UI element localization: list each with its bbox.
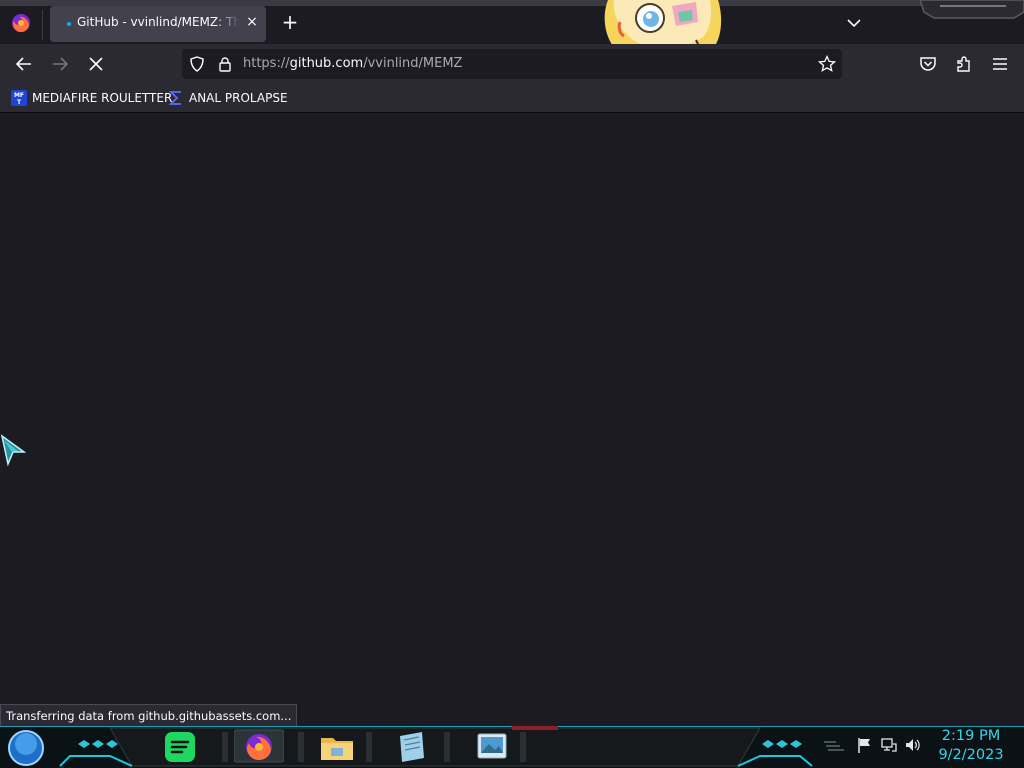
url-text[interactable]: https://github.com/vvinlind/MEMZ [243, 56, 462, 71]
navigation-toolbar: https://github.com/vvinlind/MEMZ [0, 44, 1024, 84]
status-panel: Transferring data from github.githubasse… [0, 704, 298, 728]
firefox-icon[interactable] [234, 728, 284, 764]
svg-text:MF: MF [14, 92, 24, 99]
file-explorer-icon[interactable] [317, 728, 357, 764]
extensions-puzzle-icon[interactable] [954, 54, 974, 74]
forward-arrow-icon[interactable] [50, 54, 70, 74]
close-tab-icon[interactable]: × [244, 14, 260, 30]
tab-github-memz[interactable]: GitHub - vvinlind/MEMZ: The MEMZ trojan … [50, 6, 266, 42]
page-content-area[interactable] [0, 113, 1024, 725]
url-path: /vvinlind/MEMZ [363, 56, 463, 71]
padlock-icon[interactable] [217, 56, 233, 72]
bookmark-label: ANAL PROLAPSE [189, 91, 288, 105]
clock-date: 9/2/2023 [938, 747, 1004, 763]
bookmarks-toolbar: MF T MEDIAFIRE ROULETTER ANAL PROLAPSE [0, 84, 1024, 113]
taskbar: 2:19 PM 9/2/2023 [0, 726, 1024, 768]
tracking-protection-shield-icon[interactable] [189, 56, 205, 72]
theme-corner-decoration [920, 0, 1024, 19]
photos-icon[interactable] [472, 728, 512, 764]
loading-dot-icon [67, 22, 71, 26]
pocket-icon[interactable] [918, 54, 938, 74]
tab-strip: GitHub - vvinlind/MEMZ: The MEMZ trojan … [0, 0, 1024, 66]
back-arrow-icon[interactable] [14, 54, 34, 74]
show-hidden-icons-icon[interactable] [822, 736, 846, 754]
system-clock[interactable]: 2:19 PM 9/2/2023 [932, 727, 1010, 765]
url-scheme: https:// [243, 56, 290, 71]
spotify-icon[interactable] [162, 728, 198, 764]
mft-icon: MF T [11, 90, 27, 106]
tab-title: GitHub - vvinlind/MEMZ: The MEMZ trojan [77, 15, 240, 29]
start-orb-button[interactable] [7, 729, 45, 767]
hamburger-menu-icon[interactable] [990, 54, 1010, 74]
new-tab-button[interactable]: + [280, 12, 300, 32]
bookmark-anal-prolapse[interactable]: ANAL PROLAPSE [168, 89, 288, 107]
mouse-cursor-icon [0, 434, 26, 466]
clock-time: 2:19 PM [941, 728, 1001, 744]
notepad-icon[interactable] [392, 728, 432, 764]
sigma-icon [168, 91, 181, 105]
address-bar[interactable]: https://github.com/vvinlind/MEMZ [182, 49, 842, 79]
tab-separator [42, 10, 43, 40]
url-host: github.com [289, 56, 364, 71]
bookmark-mediafire-rouletter[interactable]: MF T MEDIAFIRE ROULETTER [11, 89, 172, 107]
bookmark-star-icon[interactable] [818, 55, 836, 73]
volume-speaker-icon[interactable] [904, 736, 922, 754]
list-all-tabs-chevron-icon[interactable] [845, 14, 863, 32]
action-center-flag-icon[interactable] [856, 736, 874, 754]
stop-loading-x-icon[interactable] [86, 54, 106, 74]
bookmark-label: MEDIAFIRE ROULETTER [32, 91, 173, 105]
network-icon[interactable] [880, 736, 898, 754]
firefox-logo-icon[interactable] [10, 12, 32, 34]
